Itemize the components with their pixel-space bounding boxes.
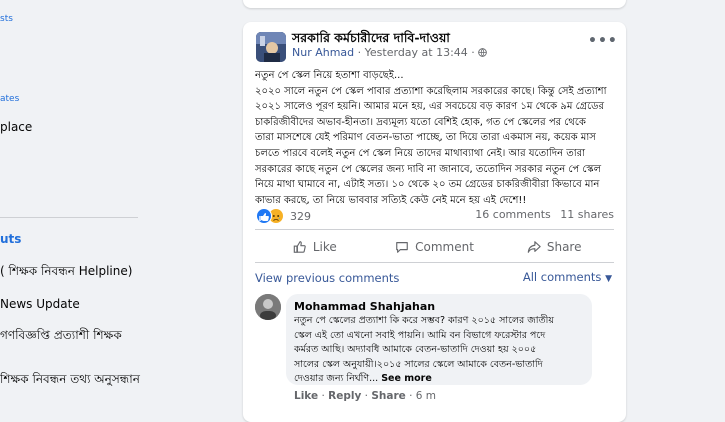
comment-like-button[interactable]: Like bbox=[294, 390, 318, 402]
comment-filter-label: All comments bbox=[522, 270, 602, 284]
sidebar-divider bbox=[0, 217, 138, 218]
post-body-line: ২০২১ সালেও পূরণ হয়নি। আমার মনে হয়, এর … bbox=[255, 101, 605, 113]
see-more-link[interactable]: See more bbox=[381, 373, 432, 384]
post-body-line: ২০২০ সালে নতুন পে স্কেল পাবার প্রত্যাশা … bbox=[255, 85, 607, 97]
commenter-avatar[interactable] bbox=[255, 294, 281, 320]
comment-bubble: Mohammad Shahjahan নতুন পে স্কেলের প্রত্… bbox=[286, 294, 592, 385]
comment-label: Comment bbox=[415, 240, 474, 254]
post-stats: 16 comments 11 shares bbox=[469, 208, 614, 221]
sidebar-item-nibondhon-info[interactable]: শিক্ষক নিবন্ধন তথ্য অনুসন্ধান bbox=[0, 371, 140, 391]
comment-actions: Like · Reply · Share · 6 m bbox=[294, 390, 436, 402]
comment-sep: · bbox=[318, 390, 329, 402]
comment-share-button[interactable]: Share bbox=[371, 390, 405, 402]
sidebar-item-news-update[interactable]: News Update bbox=[0, 297, 80, 311]
comment-text: নতুন পে স্কেলের প্রত্যাশা কি করে সম্ভব? … bbox=[294, 314, 590, 387]
sidebar-place-item[interactable]: place bbox=[0, 120, 32, 134]
comment-sep: · bbox=[405, 390, 416, 402]
view-previous-comments-link[interactable]: View previous comments bbox=[255, 271, 399, 285]
like-button[interactable]: Like bbox=[255, 234, 375, 260]
comment-line: কর্মরত আছি। অদ্যাবধি আমাকে বেতন-ভাতাদি দ… bbox=[294, 344, 537, 355]
post-body-line: সরকারের কাছে নতুন পে স্কেলের জন্য দাবি ন… bbox=[255, 163, 602, 175]
share-label: Share bbox=[546, 240, 582, 254]
post-body-line: তারা মাসশেষে যেই পরিমাণ বেতন-ভাতা পাচ্ছে… bbox=[255, 132, 596, 144]
like-reaction-icon bbox=[256, 208, 272, 224]
meta-dot: · bbox=[467, 46, 479, 59]
post-body: নতুন পে স্কেল নিয়ে হতাশা বাড়ছেই... ২০২… bbox=[255, 68, 617, 208]
share-button[interactable]: Share bbox=[494, 234, 614, 260]
sidebar-item-gonobiggopti[interactable]: গণবিজ্ঞপ্তি প্রত্যাশী শিক্ষক bbox=[0, 327, 122, 347]
divider-top bbox=[255, 229, 614, 230]
sidebar-link-fragment[interactable]: sts bbox=[0, 14, 13, 24]
divider-bottom bbox=[255, 262, 614, 263]
comment-line: সালের স্কেল অনুযায়ী।২০১৫ সালের স্কেলে আ… bbox=[294, 358, 543, 370]
meta-separator: · bbox=[354, 46, 365, 59]
sidebar-shortcuts-heading: uts bbox=[0, 232, 22, 246]
comment-line: স্কেল এই তো এখনো সবাই পায়নি। আমি বন বিভ… bbox=[294, 329, 546, 341]
group-avatar-image bbox=[256, 32, 286, 62]
post-card: সরকারি কর্মচারীদের দাবি-দাওয়া Nur Ahmad… bbox=[243, 22, 626, 422]
group-avatar[interactable] bbox=[256, 32, 286, 62]
left-sidebar: sts ates place uts ( শিক্ষক নিবন্ধন Help… bbox=[0, 0, 150, 400]
post-body-line: নিয়ে মাথা ঘামাবে না, এটাই সত্য। ১০ থেকে… bbox=[255, 179, 600, 191]
comment-time[interactable]: 6 m bbox=[416, 390, 436, 402]
reaction-summary[interactable]: 329 bbox=[256, 207, 311, 225]
commenter-avatar-image bbox=[255, 294, 281, 320]
commenter-name[interactable]: Mohammad Shahjahan bbox=[294, 300, 435, 313]
globe-icon bbox=[478, 48, 488, 57]
post-body-line: চাকরিজীবীদের অভাব-হীনতা। দ্রব্যমূল্য যতো… bbox=[255, 116, 586, 128]
comment-reply-button[interactable]: Reply bbox=[328, 390, 361, 402]
post-body-line: নতুন পে স্কেল নিয়ে হতাশা বাড়ছেই... bbox=[255, 70, 404, 81]
comment-line-last: দেওয়ার জন্য নির্ঘণি... See more bbox=[294, 372, 590, 387]
sidebar-item-helpline[interactable]: ( শিক্ষক নিবন্ধন Helpline) bbox=[0, 263, 132, 283]
comment-sep: · bbox=[361, 390, 372, 402]
comment-line: নতুন পে স্কেলের প্রত্যাশা কি করে সম্ভব? … bbox=[294, 315, 554, 326]
post-meta: Nur Ahmad · Yesterday at 13:44 · bbox=[292, 46, 488, 59]
post-time[interactable]: Yesterday at 13:44 bbox=[365, 46, 468, 59]
thumbs-up-icon bbox=[293, 241, 306, 253]
post-body-line: কাভার করছে, তা নিয়ে ভাববার সত্যিই কেউ ন… bbox=[255, 194, 527, 206]
like-label: Like bbox=[312, 240, 337, 254]
comments-count[interactable]: 16 comments bbox=[475, 208, 551, 221]
comment-filter-dropdown[interactable]: All comments ▼ bbox=[523, 270, 612, 284]
shares-count[interactable]: 11 shares bbox=[560, 208, 614, 221]
author-name[interactable]: Nur Ahmad bbox=[292, 46, 354, 59]
caret-down-icon: ▼ bbox=[605, 274, 612, 284]
comment-last-text: দেওয়ার জন্য নির্ঘণি... bbox=[294, 373, 382, 384]
sidebar-updates-link[interactable]: ates bbox=[0, 94, 19, 104]
reaction-count[interactable]: 329 bbox=[290, 210, 311, 223]
comment-button[interactable]: Comment bbox=[375, 234, 495, 260]
more-options-button[interactable]: ••• bbox=[588, 34, 617, 52]
post-body-line: চলতে পারবে বলেই নতুন পে স্কেল নিয়ে তাদে… bbox=[255, 147, 586, 159]
more-horizontal-icon: ••• bbox=[588, 33, 618, 49]
post-actions: Like Comment Share bbox=[255, 234, 614, 260]
comment-icon bbox=[396, 242, 408, 253]
share-icon bbox=[527, 241, 541, 253]
previous-post-card bbox=[243, 0, 626, 8]
